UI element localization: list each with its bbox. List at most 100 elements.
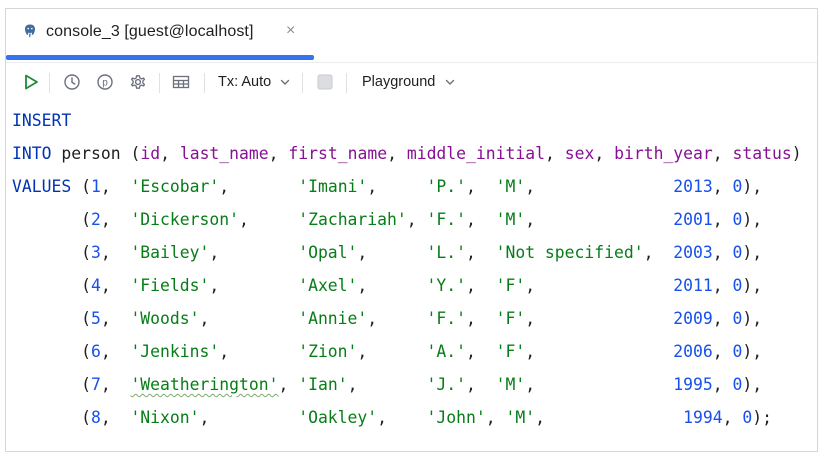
column-name: last_name	[179, 144, 269, 163]
first-name-value: 'Oakley'	[298, 408, 378, 427]
birth-year-value: 2006	[673, 342, 713, 361]
active-tab-indicator	[6, 55, 314, 60]
table-row: (5, 'Woods', 'Annie', 'F.', 'F', 2009, 0…	[12, 309, 763, 328]
row-terminator: ),	[742, 276, 763, 295]
row-id: 7	[90, 375, 101, 394]
middle-initial-value: 'A.'	[426, 342, 466, 361]
sex-value: 'F'	[495, 276, 526, 295]
row-terminator: ),	[742, 210, 763, 229]
birth-year-value: 2003	[673, 243, 713, 262]
chevron-down-icon[interactable]	[444, 75, 456, 93]
sex-value: 'F'	[495, 309, 526, 328]
birth-year-value: 2001	[673, 210, 713, 229]
status-value: 0	[732, 177, 743, 196]
birth-year-value: 2009	[673, 309, 713, 328]
last-name-value: 'Escobar'	[130, 177, 220, 196]
birth-year-value: 1995	[673, 375, 713, 394]
column-name: birth_year	[614, 144, 713, 163]
middle-initial-value: 'P.'	[426, 177, 466, 196]
toolbar-separator	[302, 73, 303, 93]
sex-value: 'M'	[495, 375, 526, 394]
row-id: 2	[90, 210, 101, 229]
editor-window: console_3 [guest@localhost] × p Tx: Auto	[5, 8, 818, 452]
status-value: 0	[732, 342, 743, 361]
table-row: (4, 'Fields', 'Axel', 'Y.', 'F', 2011, 0…	[12, 276, 763, 295]
chevron-down-icon[interactable]	[279, 75, 291, 93]
row-id: 3	[90, 243, 101, 262]
birth-year-value: 2011	[673, 276, 713, 295]
sql-editor[interactable]: INSERT INTO person (id, last_name, first…	[6, 100, 817, 450]
table-row: VALUES (1, 'Escobar', 'Imani', 'P.', 'M'…	[12, 177, 763, 196]
first-name-value: 'Zion'	[298, 342, 358, 361]
status-value: 0	[732, 375, 743, 394]
row-id: 4	[90, 276, 101, 295]
stop-icon[interactable]	[314, 71, 336, 93]
tab-title: console_3 [guest@localhost]	[46, 23, 254, 40]
row-id: 8	[90, 408, 101, 427]
status-value: 0	[742, 408, 753, 427]
last-name-value: 'Fields'	[130, 276, 210, 295]
table-row: (3, 'Bailey', 'Opal', 'L.', 'Not specifi…	[12, 243, 763, 262]
middle-initial-value: 'Y.'	[426, 276, 466, 295]
run-icon[interactable]	[20, 71, 42, 93]
table-row: (8, 'Nixon', 'Oakley', 'John', 'M', 1994…	[12, 408, 772, 427]
status-value: 0	[732, 210, 743, 229]
last-name-value: 'Dickerson'	[130, 210, 239, 229]
table-layout-icon[interactable]	[170, 71, 192, 93]
first-name-value: 'Opal'	[298, 243, 358, 262]
status-value: 0	[732, 276, 743, 295]
into-keyword: INTO	[12, 144, 52, 163]
row-terminator: ),	[742, 309, 763, 328]
sex-value: 'Not specified'	[495, 243, 644, 262]
column-name: id	[140, 144, 161, 163]
toolbar-separator	[49, 73, 50, 93]
sex-value: 'M'	[505, 408, 536, 427]
row-id: 5	[90, 309, 101, 328]
birth-year-value: 1994	[683, 408, 723, 427]
last-name-value: 'Bailey'	[130, 243, 210, 262]
toolbar-separator	[346, 73, 347, 93]
middle-initial-value: 'L.'	[426, 243, 466, 262]
column-name: middle_initial	[406, 144, 545, 163]
first-name-value: 'Zachariah'	[298, 210, 407, 229]
row-id: 6	[90, 342, 101, 361]
settings-icon[interactable]	[127, 71, 149, 93]
table-name: person	[61, 144, 121, 163]
toolbar-separator	[204, 73, 205, 93]
row-terminator: );	[752, 408, 772, 427]
row-terminator: ),	[742, 243, 763, 262]
status-value: 0	[732, 243, 743, 262]
close-icon[interactable]: ×	[286, 22, 295, 40]
row-id: 1	[90, 177, 101, 196]
column-name: sex	[564, 144, 595, 163]
table-row: (2, 'Dickerson', 'Zachariah', 'F.', 'M',…	[12, 210, 763, 229]
tab-console[interactable]: console_3 [guest@localhost] ×	[6, 9, 314, 61]
column-name: first_name	[288, 144, 388, 163]
sex-value: 'M'	[495, 177, 526, 196]
last-name-value: 'Weatherington'	[130, 375, 279, 394]
column-name: status	[732, 144, 792, 163]
parameters-icon[interactable]: p	[94, 71, 116, 93]
middle-initial-value: 'F.'	[426, 210, 467, 229]
code-line: INSERT	[12, 110, 71, 132]
middle-initial-value: 'F.'	[426, 309, 466, 328]
middle-initial-value: 'J.'	[426, 375, 466, 394]
row-terminator: ),	[742, 342, 763, 361]
tx-mode-dropdown[interactable]: Tx: Auto	[218, 74, 271, 90]
history-icon[interactable]	[61, 71, 83, 93]
svg-text:p: p	[102, 78, 108, 89]
first-name-value: 'Ian'	[298, 375, 348, 394]
playground-dropdown[interactable]: Playground	[362, 74, 435, 90]
table-row: (6, 'Jenkins', 'Zion', 'A.', 'F', 2006, …	[12, 342, 763, 361]
first-name-value: 'Imani'	[298, 177, 368, 196]
insert-keyword: INSERT	[12, 111, 72, 130]
row-terminator: ),	[742, 375, 763, 394]
code-line: INTO person (id, last_name, first_name, …	[12, 144, 802, 163]
row-terminator: ),	[742, 177, 763, 196]
sex-value: 'F'	[495, 342, 526, 361]
table-row: (7, 'Weatherington', 'Ian', 'J.', 'M', 1…	[12, 375, 763, 394]
last-name-value: 'Woods'	[130, 309, 200, 328]
birth-year-value: 2013	[673, 177, 713, 196]
toolbar: p Tx: Auto Playground	[6, 62, 817, 101]
middle-initial-value: 'John'	[426, 408, 486, 427]
